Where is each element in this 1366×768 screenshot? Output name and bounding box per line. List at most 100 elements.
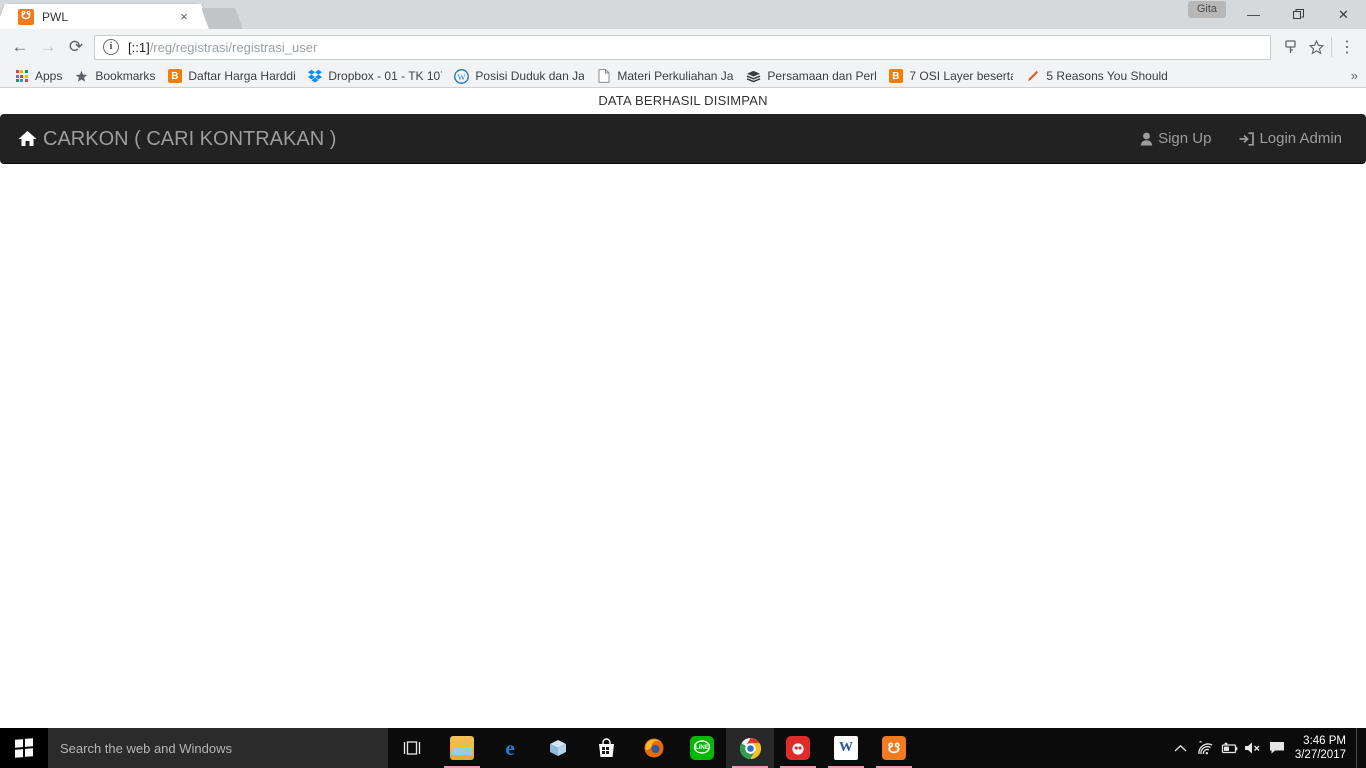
- tab-title: PWL: [42, 9, 69, 24]
- chrome-icon: [738, 736, 762, 760]
- browser-window: ☋ PWL × Gita — ✕ ← → ⟳ i [::1]/reg/regis…: [0, 0, 1366, 88]
- bookmark-label: 5 Reasons You Should: [1046, 69, 1168, 83]
- browser-toolbar: ← → ⟳ i [::1]/reg/registrasi/registrasi_…: [0, 29, 1366, 65]
- line-icon: LINE: [690, 736, 714, 760]
- windows-taskbar: Search the web and Windows e LINE W ☋ * …: [0, 728, 1366, 768]
- taskbar-app-file-explorer[interactable]: [438, 728, 486, 768]
- reload-button[interactable]: ⟳: [62, 33, 90, 61]
- start-button[interactable]: [0, 728, 48, 768]
- login-admin-link[interactable]: Login Admin: [1225, 131, 1356, 146]
- taskbar-app-microsoft-word[interactable]: W: [822, 728, 870, 768]
- cube-icon: [546, 736, 570, 760]
- bookmark-item[interactable]: Materi Perkuliahan Jar: [590, 66, 740, 86]
- flash-message: DATA BERHASIL DISIMPAN: [598, 93, 768, 108]
- sign-up-label: Sign Up: [1158, 130, 1212, 147]
- task-view-icon[interactable]: [388, 728, 436, 768]
- firefox-icon: [642, 736, 666, 760]
- sign-up-link[interactable]: Sign Up: [1126, 131, 1225, 146]
- site-navbar: CARKON ( CARI KONTRAKAN ) Sign Up Login …: [0, 114, 1366, 164]
- web-page-content: DATA BERHASIL DISIMPAN CARKON ( CARI KON…: [0, 88, 1366, 728]
- wordpress-icon: W: [454, 68, 470, 84]
- key-icon[interactable]: [1277, 34, 1303, 60]
- bookmark-item[interactable]: B 7 OSI Layer beserta fu: [882, 66, 1019, 86]
- bookmarks-bar: Apps Bookmarks B Daftar Harga Harddisk: [0, 65, 1366, 88]
- bookmark-item[interactable]: W Posisi Duduk dan Jara: [448, 66, 590, 86]
- back-button[interactable]: ←: [6, 33, 34, 61]
- close-icon[interactable]: ×: [176, 9, 192, 25]
- browser-tab[interactable]: ☋ PWL ×: [8, 4, 198, 29]
- show-desktop-button[interactable]: [1356, 728, 1362, 768]
- system-tray: * 3:46 PM 3/27/2017: [1169, 728, 1366, 768]
- volume-muted-icon[interactable]: [1241, 728, 1265, 768]
- close-window-button[interactable]: ✕: [1321, 0, 1366, 29]
- url-path: /reg/registrasi/registrasi_user: [149, 39, 318, 55]
- taskbar-apps: e LINE W ☋: [438, 728, 918, 768]
- bookmark-label: Dropbox - 01 - TK 107: [328, 69, 443, 83]
- maximize-button[interactable]: [1276, 0, 1321, 29]
- bookmark-bookmarks[interactable]: Bookmarks: [68, 66, 161, 86]
- forward-button[interactable]: →: [34, 33, 62, 61]
- taskbar-app-google-chrome[interactable]: [726, 728, 774, 768]
- taskbar-app-line[interactable]: LINE: [678, 728, 726, 768]
- word-icon: W: [834, 736, 858, 760]
- bookmarks-overflow-icon[interactable]: »: [1351, 68, 1358, 83]
- url-host: [::1]: [128, 39, 150, 55]
- dropbox-icon: [307, 69, 322, 84]
- edge-icon: e: [505, 735, 515, 760]
- wifi-icon[interactable]: *: [1193, 728, 1217, 768]
- file-explorer-icon: [450, 736, 474, 760]
- battery-charging-icon[interactable]: [1217, 728, 1241, 768]
- taskbar-app-microsoft-edge[interactable]: e: [486, 728, 534, 768]
- books-icon: [746, 69, 761, 84]
- site-info-icon[interactable]: i: [103, 39, 119, 55]
- taskbar-app-microsoft-store[interactable]: [582, 728, 630, 768]
- action-center-icon[interactable]: [1265, 728, 1289, 768]
- screen: ☋ PWL × Gita — ✕ ← → ⟳ i [::1]/reg/regis…: [0, 0, 1366, 768]
- new-tab-button[interactable]: [201, 8, 243, 29]
- gom-player-icon: [786, 736, 810, 760]
- chrome-menu-icon[interactable]: ⋮: [1334, 34, 1360, 60]
- restore-icon: [1293, 9, 1304, 19]
- svg-text:LINE: LINE: [695, 745, 709, 751]
- bookmark-apps[interactable]: Apps: [8, 66, 68, 86]
- star-icon: [74, 69, 89, 84]
- taskbar-app-gom-player[interactable]: [774, 728, 822, 768]
- document-icon: [596, 69, 611, 84]
- address-bar[interactable]: i [::1]/reg/registrasi/registrasi_user: [94, 34, 1271, 60]
- taskbar-clock[interactable]: 3:46 PM 3/27/2017: [1289, 728, 1356, 768]
- sign-in-icon: [1239, 131, 1255, 146]
- search-placeholder: Search the web and Windows: [60, 740, 232, 756]
- bookmark-item[interactable]: B Daftar Harga Harddisk: [161, 66, 301, 86]
- apps-grid-icon: [14, 69, 29, 84]
- show-hidden-icons-icon[interactable]: [1169, 728, 1193, 768]
- bookmark-label: Daftar Harga Harddisk: [188, 69, 296, 83]
- xampp-icon: ☋: [882, 736, 906, 760]
- bookmark-label: Materi Perkuliahan Jar: [617, 69, 735, 83]
- blogger-icon: B: [167, 69, 182, 84]
- svg-text:*: *: [1199, 741, 1202, 748]
- bookmark-item[interactable]: 5 Reasons You Should: [1019, 66, 1173, 86]
- taskbar-app-xampp[interactable]: ☋: [870, 728, 918, 768]
- brand-text: CARKON ( CARI KONTRAKAN ): [43, 127, 337, 150]
- bookmark-item[interactable]: Persamaan dan Perbe: [740, 66, 882, 86]
- taskbar-app-firefox[interactable]: [630, 728, 678, 768]
- clock-date: 3/27/2017: [1294, 749, 1346, 761]
- minimize-button[interactable]: —: [1231, 0, 1276, 29]
- taskbar-app-sandbox[interactable]: [534, 728, 582, 768]
- taskbar-search-input[interactable]: Search the web and Windows: [48, 728, 388, 768]
- xampp-icon: ☋: [18, 8, 34, 25]
- bookmark-label: Posisi Duduk dan Jara: [475, 69, 585, 83]
- bookmark-item[interactable]: Dropbox - 01 - TK 107: [301, 66, 448, 86]
- blogger-icon: B: [888, 69, 903, 84]
- toolbar-divider: [1331, 37, 1332, 57]
- navbar-brand[interactable]: CARKON ( CARI KONTRAKAN ): [10, 129, 344, 149]
- bookmark-label: Bookmarks: [95, 69, 156, 83]
- bookmark-star-icon[interactable]: [1303, 34, 1329, 60]
- url-text: [::1]/reg/registrasi/registrasi_user: [128, 40, 317, 55]
- bookmark-label: 7 OSI Layer beserta fu: [909, 69, 1014, 83]
- windows-logo-icon: [15, 738, 33, 758]
- profile-chip[interactable]: Gita: [1187, 1, 1226, 18]
- bookmark-label: Apps: [35, 69, 63, 83]
- user-icon: [1140, 132, 1153, 146]
- svg-text:W: W: [458, 71, 466, 81]
